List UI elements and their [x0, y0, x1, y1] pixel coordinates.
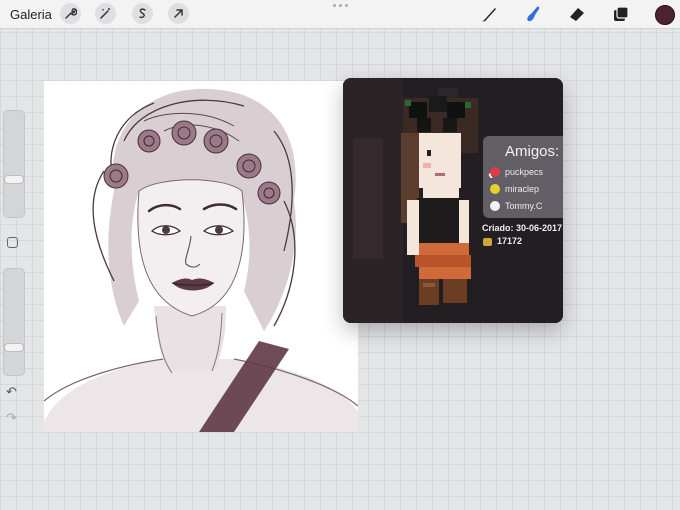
magic-wand-icon[interactable] [95, 3, 116, 24]
smudge-icon[interactable] [522, 3, 544, 25]
reference-photo[interactable]: ‹ Amigos: puckpecs miraclep Tommy.C Cria… [343, 78, 563, 323]
modify-button[interactable] [7, 237, 18, 248]
opacity-knob[interactable] [4, 343, 24, 352]
drag-handle-dots[interactable] [333, 4, 348, 7]
opacity-slider[interactable] [3, 268, 25, 376]
coins-count: 17172 [497, 236, 523, 246]
brush-size-knob[interactable] [4, 175, 24, 184]
wrench-icon[interactable] [60, 3, 81, 24]
coins-icon [483, 238, 492, 246]
smiley-icon [490, 184, 500, 194]
drawing-canvas[interactable] [44, 81, 358, 432]
redo-icon[interactable]: ↷ [6, 410, 17, 426]
layers-icon[interactable] [610, 3, 632, 25]
color-swatch[interactable] [655, 5, 675, 25]
portrait-sketch [44, 88, 358, 432]
friend-name[interactable]: Tommy.C [505, 201, 542, 211]
transform-arrow-icon[interactable] [168, 3, 189, 24]
selection-icon[interactable] [132, 3, 153, 24]
brush-size-slider[interactable] [3, 110, 25, 218]
friend-name[interactable]: puckpecs [505, 167, 543, 177]
gallery-button[interactable]: Galeria [10, 7, 52, 22]
brush-icon[interactable] [478, 3, 500, 25]
top-toolbar: Galeria [0, 0, 680, 29]
undo-icon[interactable]: ↶ [6, 384, 17, 400]
friend-name[interactable]: miraclep [505, 184, 539, 194]
eraser-icon[interactable] [566, 3, 588, 25]
heart-icon [490, 167, 500, 177]
friends-title: Amigos: [505, 143, 560, 160]
created-date: Criado: 30-06-2017 [482, 223, 563, 233]
skull-icon [490, 201, 500, 211]
